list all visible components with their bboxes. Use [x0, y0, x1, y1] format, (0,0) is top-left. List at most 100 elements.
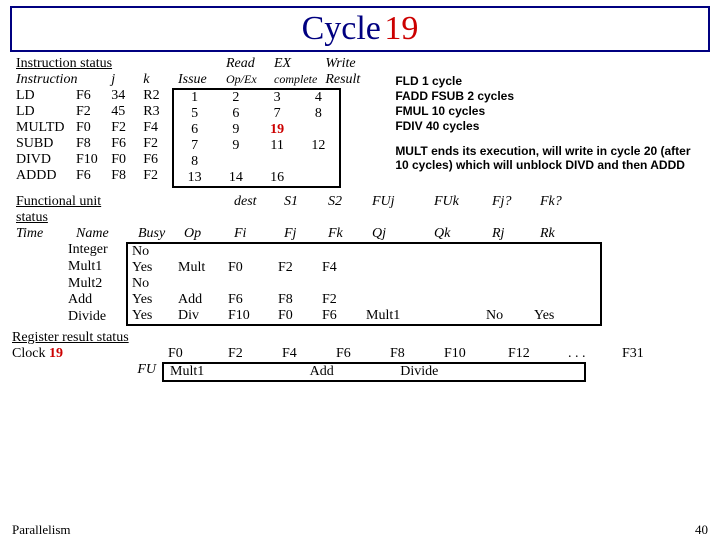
side-notes: FLD 1 cycle FADD FSUB 2 cycles FMUL 10 c…	[395, 56, 705, 172]
fu-name: Mult1	[64, 259, 126, 276]
grp-fuk: FUk	[430, 194, 488, 226]
instruction-values-box: 1234 5678 6919 791112 8 131416	[172, 88, 341, 188]
cell: No	[128, 276, 174, 292]
latency-line: FDIV 40 cycles	[395, 119, 705, 134]
cell: F2	[72, 104, 107, 120]
cell: Yes	[128, 260, 174, 276]
fu-name: Mult2	[64, 276, 126, 293]
reg-val	[454, 364, 500, 380]
reg-col: . . .	[562, 346, 616, 362]
reg-val: Mult1	[164, 364, 220, 380]
cell: LD	[12, 104, 72, 120]
col-qj: Qj	[368, 226, 430, 242]
hdr-write: Write	[321, 56, 369, 72]
cell: F6	[224, 292, 274, 308]
cell: 14	[215, 170, 256, 186]
clock-label: Clock	[12, 346, 45, 361]
reg-col: F0	[162, 346, 222, 362]
col-qk: Qk	[430, 226, 488, 242]
col-time: Time	[12, 226, 72, 242]
cell: F4	[139, 120, 172, 136]
cell: 19	[257, 122, 298, 138]
col-instruction: Instruction	[12, 72, 107, 88]
col-op: Op	[180, 226, 230, 242]
cell: Div	[174, 308, 224, 324]
cell: 9	[215, 138, 256, 154]
cell: No	[128, 244, 174, 260]
hdr-opex: Op/Ex	[222, 72, 270, 88]
cell: F6	[107, 136, 139, 152]
cell: No	[482, 308, 530, 324]
cell: R3	[139, 104, 172, 120]
cell: F6	[318, 308, 362, 324]
cell: Mult	[174, 260, 224, 276]
cell: 45	[107, 104, 139, 120]
cell	[298, 122, 339, 138]
hdr-read: Read	[222, 56, 270, 72]
cell: F0	[107, 152, 139, 168]
cell: 6	[174, 122, 215, 138]
cell: F10	[224, 308, 274, 324]
cell: 8	[174, 154, 215, 170]
reg-val	[500, 364, 542, 380]
reg-col: F31	[616, 346, 670, 362]
cell: 2	[215, 90, 256, 106]
cell: DIVD	[12, 152, 72, 168]
reg-col: F8	[384, 346, 438, 362]
cell: Mult1	[362, 308, 424, 324]
latency-line: FMUL 10 cycles	[395, 104, 705, 119]
cell: 11	[257, 138, 298, 154]
fu-name: Add	[64, 292, 126, 309]
latency-line: FADD FSUB 2 cycles	[395, 89, 705, 104]
cell: F2	[318, 292, 362, 308]
reg-heading: Register result status	[12, 330, 708, 346]
col-name: Name	[72, 226, 134, 242]
grp-s1: S1	[280, 194, 324, 226]
cell: Yes	[128, 292, 174, 308]
col-fk: Fk	[324, 226, 368, 242]
cell: F0	[224, 260, 274, 276]
cell: 3	[257, 90, 298, 106]
title-number: 19	[384, 10, 418, 47]
cell: 8	[298, 106, 339, 122]
fu-heading: Functional unit status	[12, 194, 134, 226]
cell: 16	[257, 170, 298, 186]
hdr-result: Result	[321, 72, 369, 88]
functional-unit-status: Functional unit status dest S1 S2 FUj FU…	[12, 194, 708, 326]
cell: 13	[174, 170, 215, 186]
cell: 5	[174, 106, 215, 122]
cell	[215, 154, 256, 170]
cell: F6	[72, 168, 107, 184]
reg-val: Add	[304, 364, 353, 380]
fu-values-box: No YesMultF0F2F4 No YesAddF6F8F2 YesDivF…	[126, 242, 602, 326]
latency-line: FLD 1 cycle	[395, 74, 705, 89]
cell: 1	[174, 90, 215, 106]
cell: F0	[72, 120, 107, 136]
register-result-status: Register result status Clock 19 FU F0 F2…	[12, 330, 708, 382]
col-rk: Rk	[536, 226, 584, 242]
fu-row-label: FU	[12, 362, 162, 378]
cell: 9	[215, 122, 256, 138]
cell: Yes	[530, 308, 578, 324]
cell: 34	[107, 88, 139, 104]
hdr-issue: Issue	[174, 72, 222, 88]
cell: F8	[274, 292, 318, 308]
hdr-complete: complete	[270, 72, 321, 88]
cell: F6	[139, 152, 172, 168]
fu-name: Divide	[64, 309, 126, 326]
cell: 7	[174, 138, 215, 154]
col-rj: Rj	[488, 226, 536, 242]
cell: MULTD	[12, 120, 72, 136]
footer-right: 40	[695, 522, 708, 538]
reg-val: Divide	[394, 364, 454, 380]
cell	[298, 154, 339, 170]
col-k: k	[139, 72, 172, 88]
hdr-ex: EX	[270, 56, 321, 72]
clock-value: 19	[49, 346, 63, 361]
cell: 6	[215, 106, 256, 122]
cell: F8	[72, 136, 107, 152]
reg-val	[542, 364, 584, 380]
cell: F2	[139, 168, 172, 184]
title-box: Cycle 19	[10, 6, 710, 52]
instruction-left-table: Instruction status Instruction j k LDF63…	[12, 56, 172, 184]
